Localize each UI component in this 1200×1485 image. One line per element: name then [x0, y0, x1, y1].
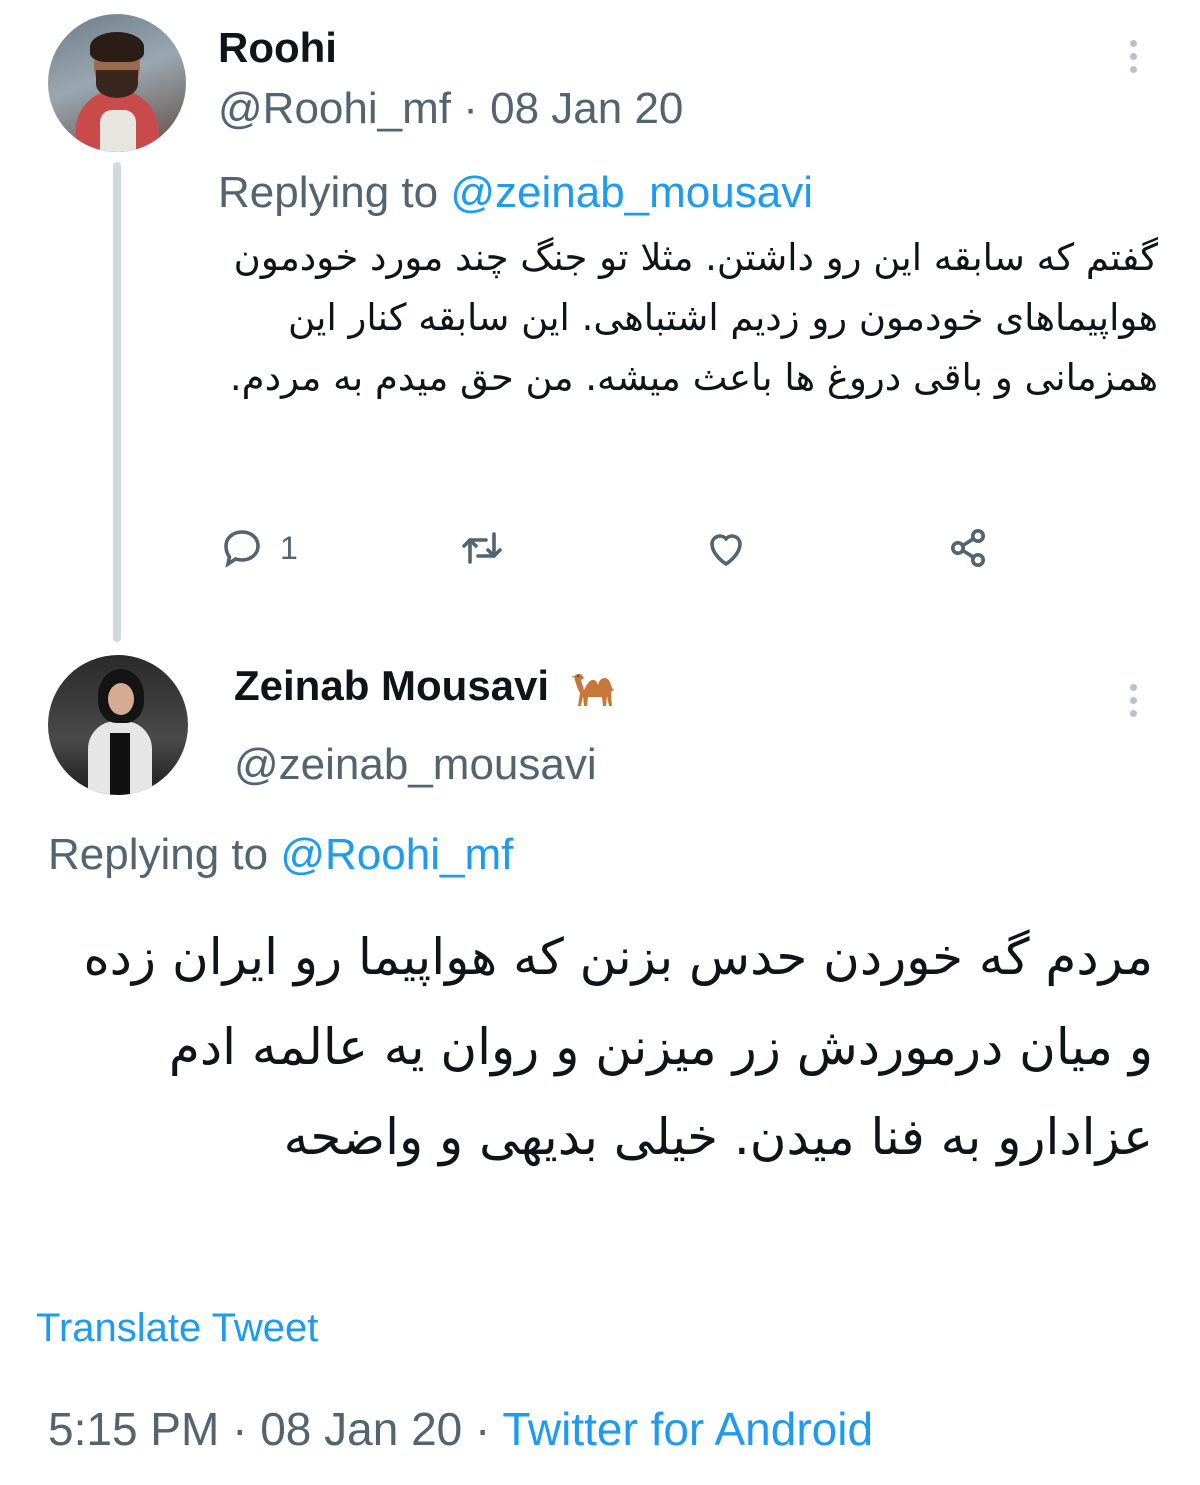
- share-button[interactable]: [944, 520, 992, 576]
- tweet-actions: 1: [218, 520, 1018, 576]
- replying-to: Replying to @Roohi_mf: [48, 830, 513, 880]
- more-icon[interactable]: [1130, 40, 1140, 73]
- author-name[interactable]: Zeinab Mousavi: [234, 662, 549, 710]
- replying-to: Replying to @zeinab_mousavi: [218, 168, 813, 218]
- tweet-text: گفتم که سابقه این رو داشتن. مثلا تو جنگ …: [229, 236, 1158, 399]
- like-icon: [710, 534, 742, 567]
- author-meta: @Roohi_mf · 08 Jan 20: [218, 84, 683, 134]
- retweet-icon: [462, 532, 502, 564]
- translate-tweet-link[interactable]: Translate Tweet: [36, 1306, 318, 1351]
- more-icon[interactable]: [1130, 684, 1140, 717]
- author-handle[interactable]: @zeinab_mousavi: [234, 740, 597, 790]
- share-icon: [951, 529, 985, 567]
- author-name-row: Zeinab Mousavi: [234, 662, 623, 710]
- tweet-date[interactable]: 08 Jan 20: [260, 1403, 462, 1455]
- replying-to-link[interactable]: @zeinab_mousavi: [450, 168, 813, 217]
- author-handle[interactable]: @Roohi_mf: [218, 84, 451, 133]
- retweet-button[interactable]: [458, 520, 506, 576]
- reply-button[interactable]: 1: [218, 520, 298, 576]
- tweet-time[interactable]: 5:15 PM: [48, 1403, 219, 1455]
- avatar-zeinab[interactable]: [48, 655, 188, 795]
- thread-line: [113, 162, 121, 642]
- tweet-date[interactable]: 08 Jan 20: [490, 84, 683, 133]
- replying-to-link[interactable]: @Roohi_mf: [280, 830, 513, 879]
- avatar-roohi[interactable]: [48, 14, 186, 152]
- author-name[interactable]: Roohi: [218, 24, 337, 72]
- replying-prefix: Replying to: [48, 830, 281, 879]
- source-link[interactable]: Twitter for Android: [502, 1403, 873, 1455]
- meta-separator: ·: [463, 84, 478, 133]
- footer-separator: ·: [462, 1403, 503, 1455]
- tweet-text: مردم گه خوردن حدس بزنن که هواپیما رو ایر…: [83, 928, 1153, 1166]
- camel-icon: [572, 674, 615, 706]
- reply-icon: [224, 530, 260, 568]
- tweet-footer: 5:15 PM · 08 Jan 20 · Twitter for Androi…: [48, 1402, 873, 1456]
- replying-prefix: Replying to: [218, 168, 451, 217]
- footer-separator: ·: [219, 1403, 261, 1455]
- like-button[interactable]: [702, 520, 750, 576]
- reply-count: 1: [280, 529, 298, 566]
